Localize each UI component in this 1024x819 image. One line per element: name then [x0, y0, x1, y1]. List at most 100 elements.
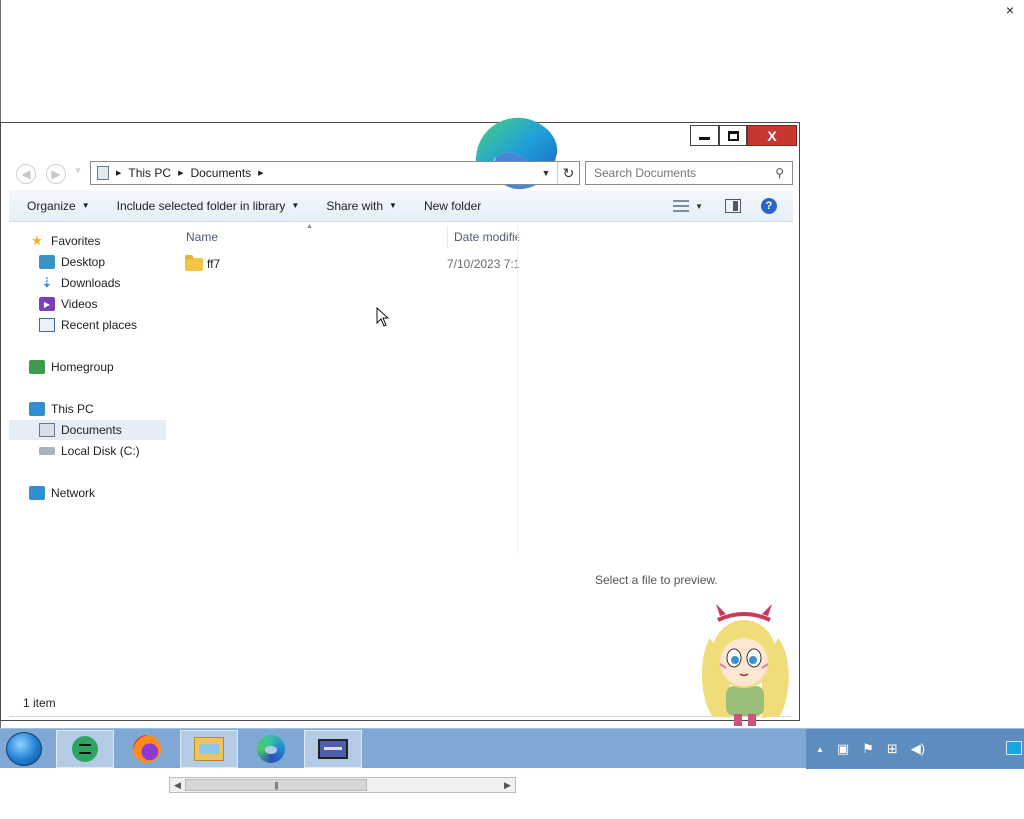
- sidebar-item-label: Network: [51, 486, 96, 500]
- organize-label: Organize: [27, 198, 76, 213]
- sidebar-item-label: This PC: [51, 402, 94, 416]
- sidebar-item-recent-places[interactable]: Recent places: [39, 315, 137, 335]
- sidebar-item-network[interactable]: Network: [29, 483, 95, 503]
- navigation-pane: ★ Favorites Desktop ⇣ Downloads ▶ Videos…: [9, 231, 167, 531]
- sidebar-item-local-disk[interactable]: Local Disk (C:): [39, 441, 140, 461]
- back-button[interactable]: ◀: [16, 164, 36, 184]
- address-history-chevron-icon[interactable]: ▼: [535, 168, 557, 178]
- firefox-icon: [133, 735, 161, 763]
- sidebar-item-label: Homegroup: [51, 360, 114, 374]
- sheets-app-icon: [72, 736, 98, 762]
- hard-drive-icon: [39, 447, 55, 455]
- title-bar[interactable]: X: [1, 123, 799, 151]
- network-icon: [29, 486, 45, 500]
- scrollbar-thumb[interactable]: |||: [185, 779, 367, 791]
- taskbar-app-file-explorer[interactable]: [180, 730, 238, 768]
- file-name: ff7: [207, 257, 221, 271]
- horizontal-scrollbar[interactable]: ◀ ||| ▶: [169, 777, 516, 793]
- cartoon-character-image: [701, 604, 789, 726]
- organize-button[interactable]: Organize ▼: [18, 193, 99, 219]
- share-with-button[interactable]: Share with ▼: [317, 193, 406, 219]
- close-button[interactable]: X: [747, 125, 797, 146]
- system-tray: ▲ ▣ ⚑ ⊞ ◀): [806, 729, 1024, 769]
- scroll-right-icon[interactable]: ▶: [500, 778, 515, 792]
- change-view-icon[interactable]: [673, 200, 690, 212]
- sidebar-item-homegroup[interactable]: Homegroup: [29, 357, 114, 377]
- status-divider: [9, 716, 791, 717]
- search-input[interactable]: [594, 166, 774, 180]
- sidebar-item-label: Videos: [61, 297, 98, 311]
- maximize-button[interactable]: [719, 125, 747, 146]
- sidebar-item-label: Downloads: [61, 276, 121, 290]
- background-close-icon[interactable]: ×: [1006, 2, 1014, 18]
- star-icon: ★: [31, 233, 43, 248]
- command-bar: Organize ▼ Include selected folder in li…: [9, 190, 793, 222]
- sidebar-item-favorites[interactable]: ★ Favorites: [29, 231, 100, 251]
- refresh-button[interactable]: ↻: [557, 162, 579, 184]
- breadcrumb-documents[interactable]: Documents: [190, 166, 251, 180]
- tray-app-icon[interactable]: ▣: [837, 741, 849, 757]
- include-in-library-button[interactable]: Include selected folder in library ▼: [108, 193, 309, 219]
- network-status-icon[interactable]: ⊞: [887, 741, 898, 757]
- address-bar[interactable]: ▶ This PC ▶ Documents ▶ ▼ ↻: [90, 161, 580, 185]
- breadcrumb-this-pc[interactable]: This PC: [128, 166, 171, 180]
- share-with-label: Share with: [326, 198, 384, 213]
- taskbar-app-firefox[interactable]: [118, 730, 176, 768]
- homegroup-icon: [29, 360, 45, 374]
- scroll-left-icon[interactable]: ◀: [170, 778, 185, 792]
- preview-pane-message: Select a file to preview.: [595, 573, 718, 587]
- view-options-chevron-icon[interactable]: ▼: [695, 202, 703, 211]
- column-header-name[interactable]: Name: [186, 226, 218, 248]
- breadcrumb-separator-icon[interactable]: ▶: [258, 169, 263, 177]
- start-button[interactable]: [6, 732, 42, 766]
- sidebar-item-label: Local Disk (C:): [61, 444, 140, 458]
- pane-divider[interactable]: [517, 223, 518, 553]
- sidebar-item-label: Favorites: [51, 234, 101, 248]
- recent-places-icon: [39, 318, 55, 332]
- recent-locations-chevron-icon[interactable]: ▼: [74, 166, 82, 175]
- minimize-button[interactable]: [690, 125, 719, 146]
- help-icon[interactable]: ?: [761, 198, 777, 214]
- file-explorer-window: X ◀ ▶ ▼ ▶ This PC ▶ Documents ▶ ▼ ↻ Sear…: [0, 117, 800, 793]
- taskbar-app-sheets[interactable]: [56, 730, 114, 768]
- sidebar-item-label: Documents: [61, 423, 122, 437]
- sidebar-item-documents[interactable]: Documents: [9, 420, 166, 440]
- sidebar-item-desktop[interactable]: Desktop: [39, 252, 105, 272]
- card-app-icon: [318, 739, 348, 759]
- folder-icon: [185, 254, 203, 271]
- sidebar-item-this-pc[interactable]: This PC: [29, 399, 94, 419]
- taskbar-app-card[interactable]: [304, 730, 362, 768]
- forward-button[interactable]: ▶: [46, 164, 66, 184]
- action-center-flag-icon[interactable]: ⚑: [862, 741, 874, 757]
- close-icon: X: [767, 127, 777, 144]
- video-icon: ▶: [39, 297, 55, 311]
- taskbar: ▲ ▣ ⚑ ⊞ ◀): [0, 728, 1024, 769]
- volume-icon[interactable]: ◀): [911, 741, 925, 757]
- breadcrumb-separator-icon[interactable]: ▶: [178, 169, 183, 177]
- chevron-down-icon: ▼: [81, 201, 90, 210]
- show-desktop-button[interactable]: [1006, 741, 1022, 755]
- search-box[interactable]: ⚲: [585, 161, 793, 185]
- chevron-down-icon: ▼: [291, 201, 300, 210]
- search-icon[interactable]: ⚲: [775, 166, 784, 180]
- download-icon: ⇣: [41, 275, 53, 290]
- chevron-down-icon: ▼: [389, 201, 397, 210]
- file-row[interactable]: ff7 7/10/2023 7:18: [179, 253, 519, 275]
- sidebar-item-downloads[interactable]: ⇣ Downloads: [39, 273, 121, 293]
- sidebar-item-videos[interactable]: ▶ Videos: [39, 294, 97, 314]
- breadcrumb-separator-icon[interactable]: ▶: [116, 169, 121, 177]
- status-item-count: 1 item: [23, 696, 56, 710]
- taskbar-app-edge[interactable]: [242, 730, 300, 768]
- show-hidden-icons-icon[interactable]: ▲: [816, 745, 824, 754]
- column-header-date-modified[interactable]: Date modified: [447, 226, 519, 248]
- sort-ascending-icon: ▲: [306, 223, 313, 230]
- minimize-icon: [699, 137, 710, 140]
- maximize-icon: [727, 130, 739, 141]
- mouse-pointer-icon: [376, 307, 390, 327]
- documents-location-icon: [97, 166, 109, 180]
- new-folder-button[interactable]: New folder: [415, 193, 490, 219]
- edge-icon: [257, 735, 285, 763]
- preview-pane-icon[interactable]: [725, 199, 741, 213]
- file-explorer-icon: [194, 737, 224, 761]
- sidebar-item-label: Recent places: [61, 318, 138, 332]
